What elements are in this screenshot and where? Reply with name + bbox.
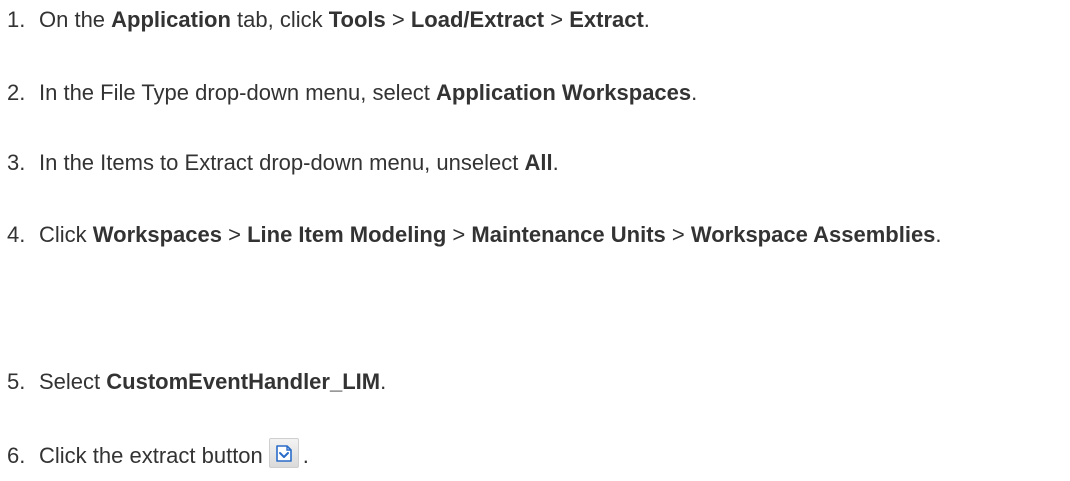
step-number: 5. — [7, 369, 26, 394]
step-text: In the File Type drop-down menu, select … — [39, 80, 698, 105]
tools-menu-name: Tools — [328, 7, 386, 32]
application-tab-name: Application — [111, 7, 231, 32]
extract-menu-name: Extract — [569, 7, 644, 32]
step-number: 2. — [7, 80, 26, 105]
step-number: 6. — [7, 443, 26, 468]
all-option: All — [524, 150, 553, 175]
load-extract-menu-name: Load/Extract — [410, 7, 545, 32]
line-item-modeling-node: Line Item Modeling — [247, 222, 447, 247]
step-text: Select CustomEventHandler_LIM. — [39, 369, 387, 394]
step-number: 4. — [7, 222, 26, 247]
step-text: Click the extract button. — [39, 438, 1064, 471]
step-text: Click Workspaces > Line Item Modeling > … — [39, 222, 942, 247]
step-number: 1. — [7, 7, 26, 32]
step-text: On the Application tab, click Tools > Lo… — [39, 7, 650, 32]
application-workspaces-option: Application Workspaces — [436, 80, 692, 105]
extract-icon-glyph — [275, 445, 292, 462]
workspaces-node: Workspaces — [92, 222, 222, 247]
workspace-assemblies-node: Workspace Assemblies — [690, 222, 936, 247]
extract-icon — [268, 438, 299, 468]
custom-event-handler-item: CustomEventHandler_LIM — [106, 369, 381, 394]
step-text: In the Items to Extract drop-down menu, … — [39, 150, 559, 175]
maintenance-units-node: Maintenance Units — [471, 222, 666, 247]
step-number: 3. — [7, 150, 26, 175]
